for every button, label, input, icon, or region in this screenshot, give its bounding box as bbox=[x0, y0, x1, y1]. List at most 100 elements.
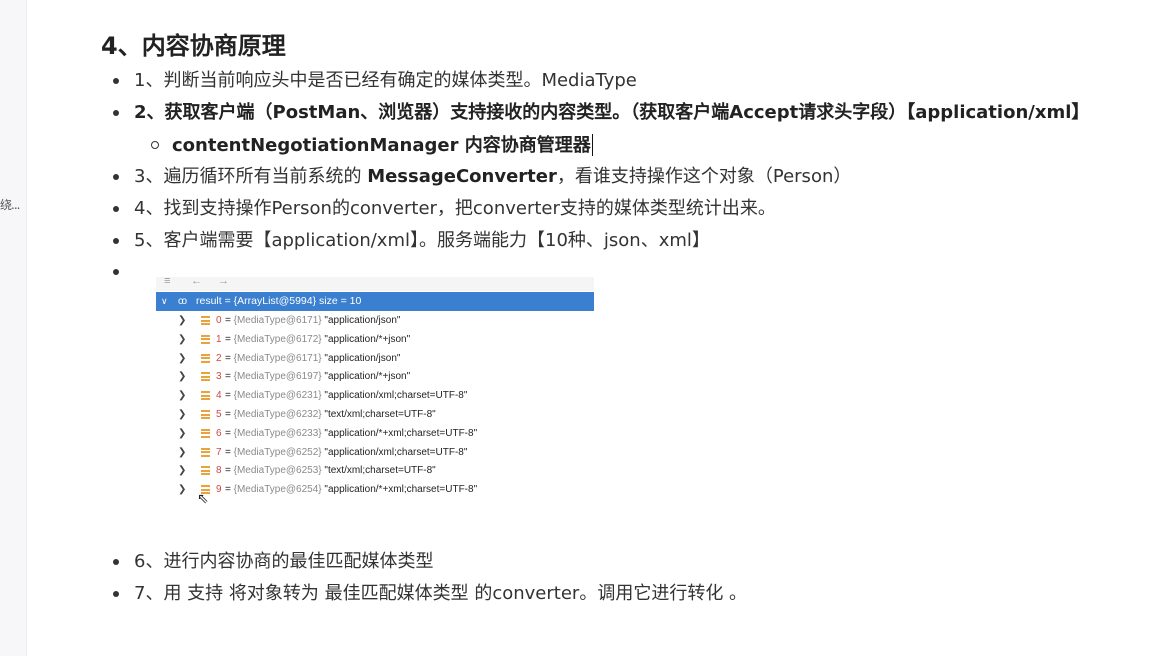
bullet-icon bbox=[113, 110, 119, 116]
chevron-right-icon[interactable]: ❯ bbox=[178, 331, 186, 349]
entry-index: 8 bbox=[216, 465, 222, 477]
chevron-right-icon[interactable]: ❯ bbox=[178, 406, 186, 424]
debugger-screenshot: ≡ ← → ∨ oo result = {ArrayList@5994} siz… bbox=[156, 275, 594, 507]
list-item: 7、用 支持 将对象转为 最佳匹配媒体类型 的converter。调用它进行转化… bbox=[134, 583, 748, 604]
back-arrow-icon: ← bbox=[191, 275, 202, 287]
debugger-entry-row[interactable]: ❯ 3 = {MediaType@6197} "application/*+jso… bbox=[156, 368, 594, 386]
debugger-entry-row[interactable]: ❯ 4 = {MediaType@6231} "application/xml;c… bbox=[156, 387, 594, 405]
sub-list-item[interactable]: contentNegotiationManager 内容协商管理器 bbox=[172, 134, 593, 157]
entry-detail: = {MediaType@6252} "application/xml;char… bbox=[225, 446, 468, 458]
chevron-right-icon[interactable]: ❯ bbox=[178, 350, 186, 368]
bullet-icon bbox=[113, 591, 119, 597]
entry-detail: = {MediaType@6232} "text/xml;charset=UTF… bbox=[225, 409, 436, 420]
chevron-right-icon[interactable]: ❯ bbox=[178, 444, 186, 462]
entry-value: "application/xml;charset=UTF-8" bbox=[324, 446, 468, 458]
entry-detail: = {MediaType@6231} "application/xml;char… bbox=[225, 390, 468, 402]
entry-detail: = {MediaType@6197} "application/*+json" bbox=[225, 371, 411, 383]
list-icon bbox=[201, 428, 210, 438]
chevron-right-icon[interactable]: ❯ bbox=[178, 312, 186, 330]
list-icon bbox=[201, 372, 210, 382]
list-item-bold: MessageConverter bbox=[367, 166, 557, 187]
list-item: 5、客户端需要【application/xml】。服务端能力【10种、json、… bbox=[134, 230, 710, 251]
mouse-cursor-icon: ⇖ bbox=[197, 491, 209, 507]
bullet-icon bbox=[113, 78, 119, 84]
entry-detail: = {MediaType@6254} "application/*+xml;ch… bbox=[225, 484, 478, 496]
bullet-icon bbox=[113, 559, 119, 565]
entry-index: 0 bbox=[216, 315, 222, 326]
result-label: result = {ArrayList@5994} size = 10 bbox=[196, 295, 362, 307]
entry-index: 1 bbox=[216, 333, 222, 345]
entry-value: "application/*+xml;charset=UTF-8" bbox=[324, 427, 478, 439]
list-item: 6、进行内容协商的最佳匹配媒体类型 bbox=[134, 551, 434, 572]
list-icon bbox=[201, 316, 210, 325]
entry-ref: {MediaType@6233} bbox=[233, 427, 322, 439]
entry-detail: = {MediaType@6233} "application/*+xml;ch… bbox=[225, 427, 478, 439]
chevron-right-icon[interactable]: ❯ bbox=[178, 425, 186, 443]
debugger-entry-row[interactable]: ❯ 2 = {MediaType@6171} "application/json" bbox=[156, 350, 594, 368]
list-icon bbox=[201, 353, 210, 363]
chevron-right-icon[interactable]: ❯ bbox=[178, 368, 186, 386]
list-item: 3、遍历循环所有当前系统的 MessageConverter，看谁支持操作这个对… bbox=[134, 166, 851, 188]
list-item-suffix: ，看谁支持操作这个对象（Person） bbox=[556, 166, 852, 187]
chevron-right-icon[interactable]: ❯ bbox=[178, 462, 186, 480]
chevron-down-icon: ∨ bbox=[161, 296, 168, 306]
list-item: 1、判断当前响应头中是否已经有确定的媒体类型。MediaType bbox=[134, 70, 637, 91]
left-sidebar[interactable]: 绕... bbox=[0, 0, 27, 656]
debugger-entry-row[interactable]: ❯ 9 = {MediaType@6254} "application/*+xml… bbox=[156, 481, 594, 499]
entry-ref: {MediaType@6171} bbox=[233, 352, 322, 364]
debugger-entry-row[interactable]: ❯ 7 = {MediaType@6252} "application/xml;c… bbox=[156, 444, 594, 462]
list-item: 2、获取客户端（PostMan、浏览器）支持接收的内容类型。（获取客户端Acce… bbox=[134, 102, 1090, 123]
list-icon bbox=[201, 334, 210, 344]
debugger-toolbar: ≡ ← → bbox=[156, 275, 594, 291]
sidebar-truncated-text[interactable]: 绕... bbox=[0, 196, 20, 213]
entry-ref: {MediaType@6254} bbox=[233, 484, 322, 496]
entry-detail: = {MediaType@6253} "text/xml;charset=UTF… bbox=[225, 465, 436, 477]
bullet-icon bbox=[113, 238, 119, 244]
sub-list-item-text: contentNegotiationManager 内容协商管理器 bbox=[172, 135, 591, 156]
entry-ref: {MediaType@6253} bbox=[233, 465, 322, 477]
bullet-icon bbox=[113, 206, 119, 212]
entry-value: "text/xml;charset=UTF-8" bbox=[324, 409, 436, 420]
entry-index: 5 bbox=[216, 409, 222, 420]
chevron-right-icon[interactable]: ❯ bbox=[178, 481, 186, 499]
result-variable-row[interactable]: ∨ oo result = {ArrayList@5994} size = 10 bbox=[156, 292, 594, 311]
entry-value: "application/*+json" bbox=[324, 333, 411, 345]
list-icon bbox=[201, 466, 210, 476]
entry-value: "application/*+json" bbox=[324, 371, 411, 383]
entry-ref: {MediaType@6252} bbox=[233, 446, 322, 458]
section-heading: 4、内容协商原理 bbox=[101, 32, 286, 60]
text-caret bbox=[591, 134, 593, 156]
entry-detail: = {MediaType@6171} "application/json" bbox=[225, 315, 401, 326]
sub-bullet-icon bbox=[151, 141, 159, 149]
entry-value: "application/xml;charset=UTF-8" bbox=[324, 390, 468, 402]
entry-index: 9 bbox=[216, 484, 222, 496]
document-page: 绕... 4、内容协商原理 1、判断当前响应头中是否已经有确定的媒体类型。Med… bbox=[0, 0, 1163, 656]
entry-value: "application/*+xml;charset=UTF-8" bbox=[324, 484, 478, 496]
debugger-entry-row[interactable]: ❯ 0 = {MediaType@6171} "application/json" bbox=[156, 312, 594, 330]
debugger-entry-row[interactable]: ❯ 5 = {MediaType@6232} "text/xml;charset=… bbox=[156, 406, 594, 424]
entry-value: "application/json" bbox=[324, 315, 401, 326]
forward-arrow-icon: → bbox=[218, 275, 229, 287]
debugger-entry-row[interactable]: ❯ 8 = {MediaType@6253} "text/xml;charset=… bbox=[156, 462, 594, 480]
list-icon bbox=[201, 447, 210, 457]
entry-index: 3 bbox=[216, 371, 222, 383]
entry-index: 7 bbox=[216, 446, 222, 458]
entry-value: "text/xml;charset=UTF-8" bbox=[324, 465, 436, 477]
chevron-right-icon[interactable]: ❯ bbox=[178, 387, 186, 405]
list-icon bbox=[201, 391, 210, 401]
entry-value: "application/json" bbox=[324, 352, 401, 364]
entry-ref: {MediaType@6231} bbox=[233, 390, 322, 402]
entry-ref: {MediaType@6232} bbox=[233, 409, 322, 420]
entry-index: 4 bbox=[216, 390, 222, 402]
debugger-entry-row[interactable]: ❯ 6 = {MediaType@6233} "application/*+xml… bbox=[156, 425, 594, 443]
entry-detail: = {MediaType@6171} "application/json" bbox=[225, 352, 401, 364]
list-icon: ≡ bbox=[164, 275, 171, 287]
bullet-icon bbox=[113, 174, 119, 180]
list-item-prefix: 3、遍历循环所有当前系统的 bbox=[134, 166, 368, 187]
debugger-entry-row[interactable]: ❯ 1 = {MediaType@6172} "application/*+jso… bbox=[156, 331, 594, 349]
entry-ref: {MediaType@6197} bbox=[233, 371, 322, 383]
entry-index: 6 bbox=[216, 427, 222, 439]
entry-index: 2 bbox=[216, 352, 222, 364]
list-icon bbox=[201, 410, 210, 419]
entry-detail: = {MediaType@6172} "application/*+json" bbox=[225, 333, 411, 345]
